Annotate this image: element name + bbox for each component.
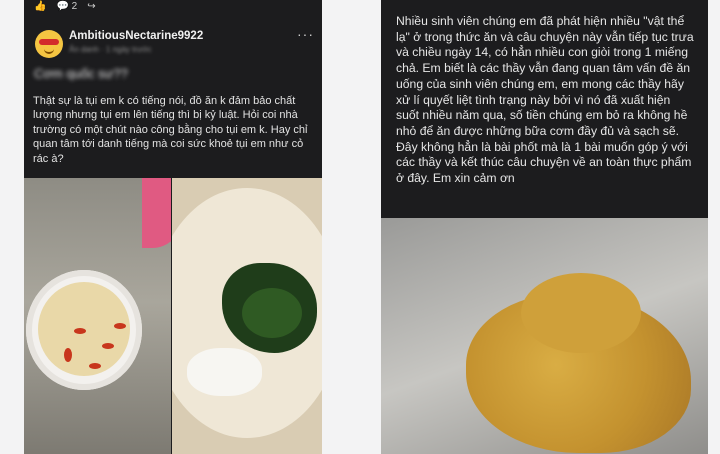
- share-icon[interactable]: ↪: [87, 1, 95, 12]
- right-post-screenshot: Nhiều sinh viên chúng em đã phát hiện nh…: [381, 0, 708, 454]
- post-username[interactable]: AmbitiousNectarine9922: [69, 30, 203, 42]
- like-icon[interactable]: 👍: [34, 1, 46, 12]
- post-title: Cơm quốc sư??: [34, 66, 128, 81]
- meal-plate-photo: [172, 178, 322, 454]
- comment-icon[interactable]: 💬 2: [56, 1, 77, 12]
- reaction-bar: 👍 💬 2 ↪: [24, 0, 322, 12]
- more-options-icon[interactable]: ···: [297, 26, 314, 42]
- post-meta: Ẩn danh · 1 ngày trước: [69, 45, 152, 54]
- fried-patty-photo: [381, 218, 708, 454]
- post-body: Nhiều sinh viên chúng em đã phát hiện nh…: [396, 14, 694, 186]
- left-post-screenshot: 👍 💬 2 ↪ AmbitiousNectarine9922 Ẩn danh ·…: [24, 0, 322, 454]
- post-body: Thật sự là tụi em k có tiếng nói, đồ ăn …: [33, 95, 308, 165]
- avatar[interactable]: [35, 30, 63, 58]
- bowl-photo: [24, 178, 171, 454]
